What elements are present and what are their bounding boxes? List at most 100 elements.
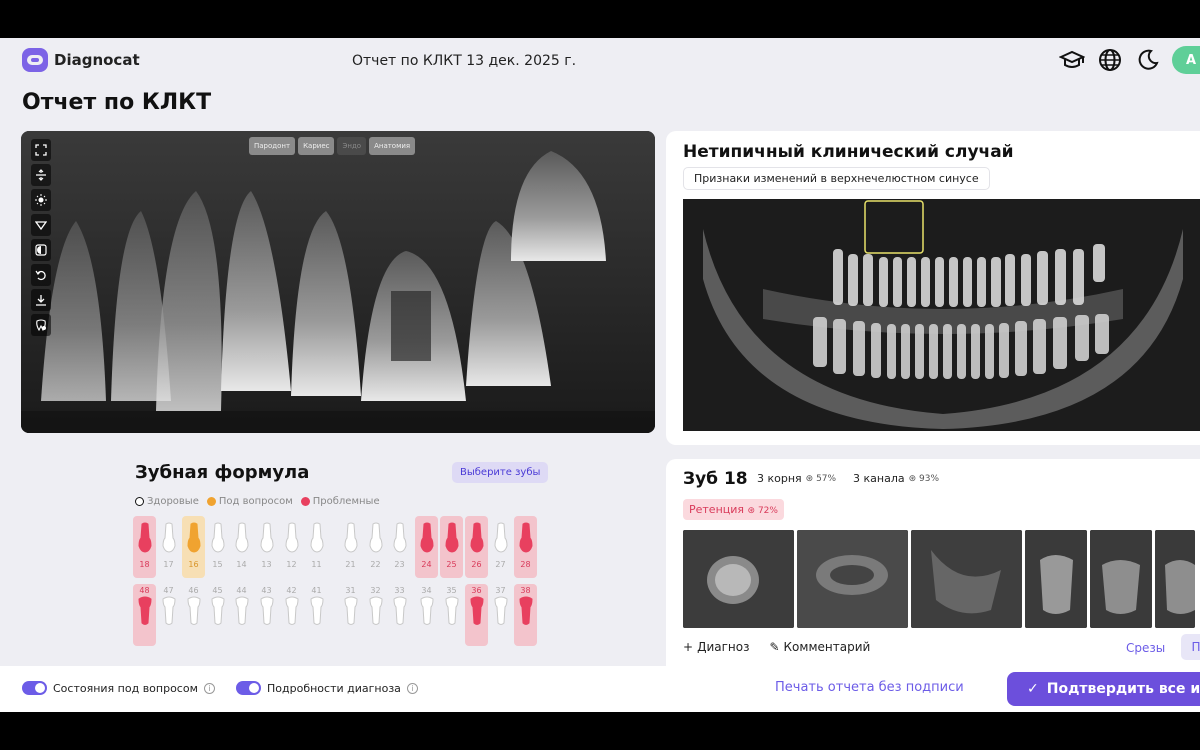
retention-chip[interactable]: Ретенция ⊛ 72% bbox=[683, 499, 784, 520]
tooth-icon bbox=[343, 522, 359, 558]
slice-image[interactable] bbox=[1090, 530, 1152, 628]
diagnosis-details-toggle[interactable] bbox=[236, 681, 261, 695]
details-toggle-group: Подробности диагноза i bbox=[236, 681, 418, 695]
tooth-47[interactable]: 47 bbox=[157, 584, 180, 646]
tooth-22[interactable]: 22 bbox=[364, 516, 387, 578]
tooth-41[interactable]: 41 bbox=[305, 584, 328, 646]
tooth-23[interactable]: 23 bbox=[388, 516, 411, 578]
tooth-34[interactable]: 34 bbox=[415, 584, 438, 646]
tooth-37[interactable]: 37 bbox=[489, 584, 512, 646]
tooth-icon bbox=[419, 595, 435, 631]
tooth-45[interactable]: 45 bbox=[206, 584, 229, 646]
filter-perio[interactable]: Пародонт bbox=[249, 137, 296, 155]
tooth-icon bbox=[493, 595, 509, 631]
panoramic-image[interactable] bbox=[683, 199, 1200, 431]
avatar[interactable]: A bbox=[1172, 46, 1200, 74]
cbct-viewer[interactable]: Пародонт Кариес Эндо Анатомия bbox=[21, 131, 655, 433]
globe-icon[interactable] bbox=[1096, 46, 1124, 74]
tooth-icon bbox=[392, 522, 408, 558]
download-icon[interactable] bbox=[31, 289, 51, 311]
filter-anatomy[interactable]: Анатомия bbox=[369, 137, 416, 155]
tooth-15[interactable]: 15 bbox=[206, 516, 229, 578]
select-teeth-button[interactable]: Выберите зубы bbox=[452, 462, 549, 483]
tooth-number: 26 bbox=[471, 560, 482, 569]
tooth-27[interactable]: 27 bbox=[489, 516, 512, 578]
tooth-44[interactable]: 44 bbox=[230, 584, 253, 646]
add-comment-button[interactable]: ✎ Комментарий bbox=[769, 640, 870, 654]
tooth-number: 33 bbox=[394, 586, 405, 595]
moon-icon[interactable] bbox=[1134, 46, 1162, 74]
tooth-icon bbox=[343, 595, 359, 631]
tooth-number: 38 bbox=[520, 586, 531, 595]
add-diagnosis-button[interactable]: + Диагноз bbox=[683, 640, 749, 654]
bottom-bar: Состояния под вопросом i Подробности диа… bbox=[0, 666, 1200, 712]
tooth-42[interactable]: 42 bbox=[280, 584, 303, 646]
tooth-26[interactable]: 26 bbox=[465, 516, 488, 578]
triangle-down-icon[interactable] bbox=[31, 214, 51, 236]
tooth-settings-icon[interactable] bbox=[31, 314, 51, 336]
tooth-36[interactable]: 36 bbox=[465, 584, 488, 646]
tooth-25[interactable]: 25 bbox=[440, 516, 463, 578]
slice-image[interactable] bbox=[1025, 530, 1087, 628]
canals-chip[interactable]: 3 канала ⊛ 93% bbox=[848, 469, 945, 488]
tooth-43[interactable]: 43 bbox=[255, 584, 278, 646]
tooth-24[interactable]: 24 bbox=[415, 516, 438, 578]
tooth-number: 12 bbox=[286, 560, 297, 569]
tooth-icon bbox=[210, 522, 226, 558]
print-without-signature-link[interactable]: Печать отчета без подписи bbox=[775, 680, 964, 695]
filter-endo[interactable]: Эндо bbox=[337, 137, 367, 155]
tooth-number: 44 bbox=[236, 586, 247, 595]
logo[interactable]: Diagnocat bbox=[22, 48, 140, 72]
canals-label: 3 канала bbox=[853, 472, 905, 485]
tooth-18[interactable]: 18 bbox=[133, 516, 156, 578]
contrast-icon[interactable] bbox=[31, 239, 51, 261]
tooth-16[interactable]: 16 bbox=[182, 516, 205, 578]
tooth-35[interactable]: 35 bbox=[440, 584, 463, 646]
formula-legend: Здоровые Под вопросом Проблемные bbox=[135, 496, 380, 507]
tooth-28[interactable]: 28 bbox=[514, 516, 537, 578]
slice-image[interactable] bbox=[911, 530, 1022, 628]
p-button[interactable]: П bbox=[1181, 634, 1200, 660]
tooth-21[interactable]: 21 bbox=[339, 516, 362, 578]
tooth-48[interactable]: 48 bbox=[133, 584, 156, 646]
questionable-states-toggle[interactable] bbox=[22, 681, 47, 695]
cbct-image bbox=[21, 131, 655, 433]
plus-icon: + bbox=[683, 640, 694, 654]
legend-dot-icon bbox=[206, 497, 216, 506]
brightness-icon[interactable] bbox=[31, 189, 51, 211]
filter-caries[interactable]: Кариес bbox=[298, 137, 335, 155]
undo-icon[interactable] bbox=[31, 264, 51, 286]
tooth-icon bbox=[392, 595, 408, 631]
tooth-46[interactable]: 46 bbox=[182, 584, 205, 646]
tooth-17[interactable]: 17 bbox=[157, 516, 180, 578]
diagnosis-details-label: Подробности диагноза bbox=[267, 681, 401, 695]
tooth-number: 24 bbox=[421, 560, 432, 569]
roots-chip[interactable]: 3 корня ⊛ 57% bbox=[752, 469, 842, 488]
confirm-all-button[interactable]: ✓ Подтвердить все и bbox=[1007, 672, 1200, 706]
graduation-cap-icon[interactable] bbox=[1058, 46, 1086, 74]
tooth-33[interactable]: 33 bbox=[388, 584, 411, 646]
legend-question: Под вопросом bbox=[206, 496, 293, 507]
roots-pct: ⊛ 57% bbox=[805, 473, 837, 484]
tooth-12[interactable]: 12 bbox=[280, 516, 303, 578]
tooth-number: 46 bbox=[188, 586, 199, 595]
slice-image[interactable] bbox=[797, 530, 908, 628]
tooth-icon bbox=[234, 522, 250, 558]
info-icon[interactable]: i bbox=[406, 682, 418, 694]
tooth-14[interactable]: 14 bbox=[230, 516, 253, 578]
case-finding-chip[interactable]: Признаки изменений в верхнечелюстном син… bbox=[683, 167, 990, 190]
tooth-32[interactable]: 32 bbox=[364, 584, 387, 646]
tooth-number: 31 bbox=[345, 586, 356, 595]
tooth-38[interactable]: 38 bbox=[514, 584, 537, 646]
info-icon[interactable]: i bbox=[203, 682, 215, 694]
tooth-icon bbox=[210, 595, 226, 631]
tooth-13[interactable]: 13 bbox=[255, 516, 278, 578]
tooth-31[interactable]: 31 bbox=[339, 584, 362, 646]
tooth-11[interactable]: 11 bbox=[305, 516, 328, 578]
expand-icon[interactable] bbox=[31, 139, 51, 161]
viewer-toolbar bbox=[31, 139, 51, 336]
slice-image[interactable] bbox=[1155, 530, 1195, 628]
slices-link[interactable]: Срезы bbox=[1126, 641, 1165, 655]
split-icon[interactable] bbox=[31, 164, 51, 186]
slice-image[interactable] bbox=[683, 530, 794, 628]
